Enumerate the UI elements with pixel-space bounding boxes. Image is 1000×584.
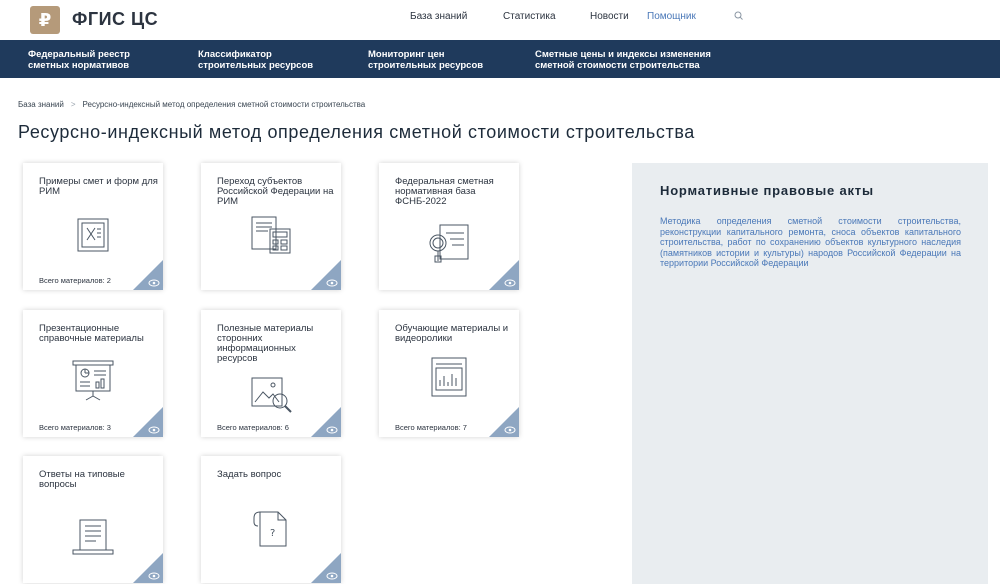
card-title: Обучающие материалы и видеоролики <box>395 323 509 344</box>
video-chart-icon <box>431 357 467 397</box>
card-regions-transition[interactable]: Переход субъектов Российской Федерации н… <box>201 163 341 290</box>
card-title: Примеры смет и форм для РИМ <box>39 176 158 197</box>
card-title: Полезные материалы сторонних информацион… <box>217 323 314 364</box>
card-count: Всего материалов: 2 <box>39 276 111 285</box>
card-title: Презентационные справочные материалы <box>39 323 144 344</box>
card-fsnb-2022[interactable]: Федеральная сметная нормативная база ФСН… <box>379 163 519 290</box>
mainnav-label: Сметные цены и индексы изменения <box>535 49 711 60</box>
logo-icon[interactable]: ₽ <box>30 6 60 34</box>
card-training-videos[interactable]: Обучающие материалы и видеоролики Всего … <box>379 310 519 437</box>
topnav-knowledge-base[interactable]: База знаний <box>410 11 467 22</box>
mainnav-item-monitoring[interactable]: Мониторинг цен строительных ресурсов <box>368 49 483 71</box>
svg-text:?: ? <box>270 528 275 539</box>
documents-calculator-icon <box>251 216 291 254</box>
document-magnifier-icon <box>429 224 469 263</box>
card-count: Всего материалов: 3 <box>39 423 111 432</box>
site-header: ₽ ФГИС ЦС База знаний Статистика Новости… <box>0 0 1000 40</box>
main-nav: Федеральный реестр сметных нормативов Кл… <box>0 40 1000 78</box>
card-title: Задать вопрос <box>217 469 282 480</box>
laptop-document-icon <box>72 519 114 555</box>
card-presentations[interactable]: Презентационные справочные материалы Все… <box>23 310 163 437</box>
search-icon[interactable] <box>733 10 745 22</box>
eye-icon[interactable] <box>148 279 160 287</box>
card-ask-question[interactable]: Задать вопрос ? <box>201 456 341 583</box>
mainnav-item-registry[interactable]: Федеральный реестр сметных нормативов <box>28 49 130 71</box>
card-external-resources[interactable]: Полезные материалы сторонних информацион… <box>201 310 341 437</box>
ruble-icon: ₽ <box>38 9 52 31</box>
topnav-helper[interactable]: Помощник <box>647 11 696 22</box>
presentation-board-icon <box>72 360 114 401</box>
mainnav-label: Федеральный реестр <box>28 49 130 60</box>
mainnav-label: Классификатор <box>198 49 272 60</box>
eye-icon[interactable] <box>326 426 338 434</box>
mainnav-item-prices-indices[interactable]: Сметные цены и индексы изменения сметной… <box>535 49 711 71</box>
mainnav-label: строительных ресурсов <box>368 60 484 71</box>
card-count: Всего материалов: 7 <box>395 423 467 432</box>
card-faq[interactable]: Ответы на типовые вопросы <box>23 456 163 583</box>
breadcrumb-separator-icon: > <box>70 100 76 109</box>
eye-icon[interactable] <box>148 426 160 434</box>
breadcrumb-current: Ресурсно-индексный метод определения сме… <box>82 100 366 109</box>
image-search-icon <box>251 377 292 413</box>
card-title: Переход субъектов Российской Федерации н… <box>217 176 334 207</box>
document-x-icon <box>77 218 109 252</box>
mainnav-label: Мониторинг цен <box>368 49 445 60</box>
eye-icon[interactable] <box>326 279 338 287</box>
card-title: Ответы на типовые вопросы <box>39 469 125 490</box>
card-title: Федеральная сметная нормативная база ФСН… <box>395 176 494 207</box>
mainnav-label: строительных ресурсов <box>198 60 314 71</box>
eye-icon[interactable] <box>504 426 516 434</box>
eye-icon[interactable] <box>148 572 160 580</box>
topnav-news[interactable]: Новости <box>590 11 629 22</box>
card-rim-examples[interactable]: Примеры смет и форм для РИМ Всего матери… <box>23 163 163 290</box>
question-document-icon: ? <box>253 511 287 547</box>
breadcrumb: База знаний > Ресурсно-индексный метод опр… <box>18 100 365 109</box>
page-title: Ресурсно-индексный метод определения сме… <box>18 122 695 142</box>
legal-acts-panel: Нормативные правовые акты Методика опред… <box>632 163 988 584</box>
mainnav-item-classifier[interactable]: Классификатор строительных ресурсов <box>198 49 313 71</box>
eye-icon[interactable] <box>504 279 516 287</box>
panel-title: Нормативные правовые акты <box>660 183 874 198</box>
logo-text[interactable]: ФГИС ЦС <box>72 9 158 30</box>
topnav-statistics[interactable]: Статистика <box>503 11 556 22</box>
card-count: Всего материалов: 6 <box>217 423 289 432</box>
eye-icon[interactable] <box>326 572 338 580</box>
breadcrumb-home[interactable]: База знаний <box>18 100 64 109</box>
mainnav-label: сметных нормативов <box>28 60 130 71</box>
mainnav-label: сметной стоимости строительства <box>535 60 700 71</box>
legal-act-link[interactable]: Методика определения сметной стоимости с… <box>660 216 961 269</box>
